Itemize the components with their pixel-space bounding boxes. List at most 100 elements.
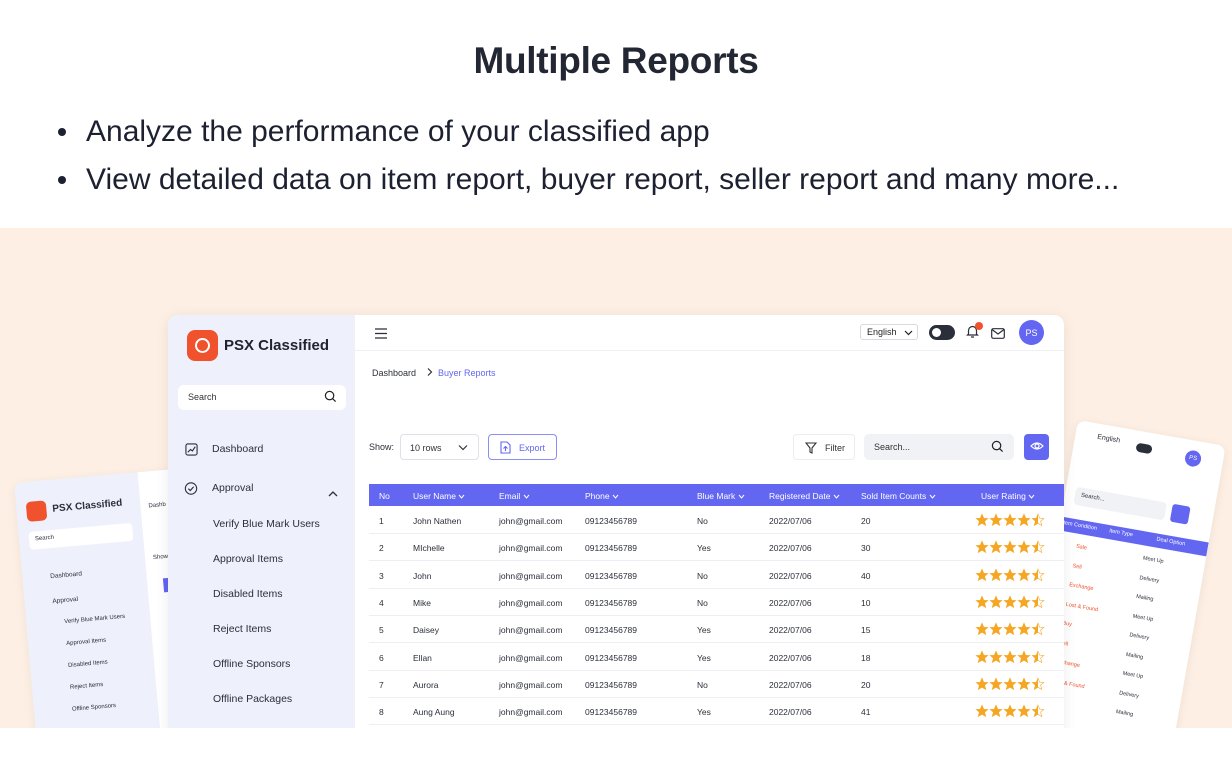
table-cell: 18 (861, 652, 871, 663)
chevron-up-icon[interactable] (328, 485, 338, 503)
column-header[interactable]: Blue Mark (697, 491, 745, 501)
sidebar-item-reject-items[interactable]: Reject Items (213, 623, 271, 635)
right-theme-toggle[interactable] (1135, 442, 1153, 455)
table-cell: Yes (697, 543, 711, 554)
theme-toggle[interactable] (929, 325, 955, 340)
sidebar-item-disabled-items[interactable]: Disabled Items (213, 588, 282, 600)
filter-label: Filter (825, 443, 845, 453)
table-cell: 15 (861, 625, 871, 636)
feature-bullet: View detailed data on item report, buyer… (56, 160, 1119, 208)
table-row[interactable]: 8 Aung Aung john@gmail.com 09123456789 Yes 20… (369, 698, 1064, 726)
table-cell: No (697, 679, 708, 690)
table-cell: 20 (861, 679, 871, 690)
star-icon (1017, 649, 1031, 663)
notification-badge (975, 322, 983, 330)
chevron-down-icon (904, 328, 913, 338)
column-header-label: Phone (585, 491, 610, 501)
table-cell: 09123456789 (585, 652, 638, 663)
table-row[interactable]: 7 Aurora john@gmail.com 09123456789 No 2022/0… (369, 671, 1064, 698)
right-eye-button[interactable] (1169, 503, 1191, 525)
table-cell: Aurora (413, 679, 439, 690)
left-sub-item[interactable]: Offline Sponsors (72, 703, 117, 713)
right-avatar[interactable]: PS (1183, 449, 1203, 468)
column-header[interactable]: Email (499, 491, 530, 501)
language-value: English (867, 327, 897, 337)
filter-button[interactable]: Filter (793, 434, 855, 460)
left-nav-dashboard[interactable]: Dashboard (50, 570, 82, 580)
column-header[interactable]: Phone (585, 491, 619, 501)
table-row[interactable]: 3 John john@gmail.com 09123456789 No 2022/07/… (369, 562, 1064, 589)
table-cell: 09123456789 (585, 597, 638, 608)
feature-list: Analyze the performance of your classifi… (56, 112, 1119, 208)
table-cell: john@gmail.com (499, 679, 563, 690)
table-cell: John (413, 570, 432, 581)
left-brand: PSX Classified (51, 497, 123, 515)
breadcrumb-home[interactable]: Dashboard (372, 368, 416, 378)
star-icon (989, 568, 1003, 581)
table-row[interactable]: 4 Mike john@gmail.com 09123456789 No 2022/07/… (369, 589, 1064, 616)
table-row[interactable]: 2 MIchelle john@gmail.com 09123456789 Yes 202… (369, 534, 1064, 562)
column-header[interactable]: User Rating (981, 491, 1035, 501)
table-cell: 6 (379, 652, 384, 663)
left-sub-item[interactable]: Approval Items (66, 638, 106, 647)
rating-stars (975, 568, 1045, 582)
star-icon (975, 622, 989, 636)
menu-icon[interactable] (375, 326, 387, 344)
table-cell: Ellan (413, 652, 432, 663)
left-sub-item[interactable]: Verify Blue Mark Users (64, 614, 125, 625)
star-icon (1031, 540, 1045, 554)
rows-per-page-select[interactable]: 10 rows (400, 434, 479, 460)
table-cell: 09123456789 (585, 679, 638, 690)
right-search-input[interactable]: Search... (1073, 486, 1167, 521)
sidebar-item-label: Dashboard (212, 443, 264, 455)
table-cell: 2022/07/06 (769, 543, 812, 554)
sidebar-item-offline-packages[interactable]: Offline Packages (213, 693, 292, 705)
export-button[interactable]: Export (488, 434, 557, 460)
language-select[interactable]: English (860, 324, 918, 340)
star-icon (1003, 513, 1017, 527)
avatar[interactable]: PS (1019, 320, 1044, 345)
sidebar-item-approval[interactable]: Approval (184, 481, 253, 495)
column-header-label: No (379, 491, 390, 501)
column-header[interactable]: No (379, 491, 390, 501)
column-header[interactable]: Sold Item Counts (861, 491, 936, 501)
table-row[interactable]: 1 John Nathen john@gmail.com 09123456789 No 2… (369, 507, 1064, 534)
table-cell: 2022/07/06 (769, 707, 812, 718)
right-deal-option: Meet Up (1142, 555, 1164, 565)
sidebar-item-verify-blue-mark[interactable]: Verify Blue Mark Users (213, 518, 320, 530)
chevron-down-icon (458, 443, 468, 453)
sidebar-item-approval-items[interactable]: Approval Items (213, 553, 283, 565)
column-header[interactable]: Registered Date (769, 491, 840, 501)
right-language[interactable]: English (1097, 434, 1121, 445)
table-row[interactable]: 5 Daisey john@gmail.com 09123456789 Yes 2022/… (369, 616, 1064, 644)
table-row[interactable]: 6 Ellan john@gmail.com 09123456789 Yes 2022/0… (369, 644, 1064, 671)
left-sub-item[interactable]: Disabled Items (68, 660, 108, 669)
column-visibility-button[interactable] (1024, 434, 1049, 460)
left-sub-item[interactable]: Reject Items (70, 682, 104, 691)
rating-stars (975, 595, 1045, 609)
star-icon (1031, 677, 1045, 690)
sidebar-item-dashboard[interactable]: Dashboard (184, 442, 263, 456)
sidebar-search-input[interactable]: Search (178, 385, 346, 410)
right-deal-option: Delivery (1139, 574, 1160, 584)
star-icon (1017, 704, 1031, 718)
table-cell: 09123456789 (585, 707, 638, 718)
sidebar-item-offline-sponsors[interactable]: Offline Sponsors (213, 658, 290, 670)
table-search-input[interactable]: Search... (864, 434, 1014, 460)
table-cell: john@gmail.com (499, 570, 563, 581)
table-cell: Aung Aung (413, 707, 455, 718)
mail-icon[interactable] (991, 326, 1005, 344)
right-col-header: Item Type (1108, 528, 1134, 539)
column-header[interactable]: User Name (413, 491, 465, 501)
table-cell: Yes (697, 652, 711, 663)
column-header-label: User Rating (981, 491, 1026, 501)
right-item-type: Sale (1075, 543, 1088, 552)
table-cell: john@gmail.com (499, 707, 563, 718)
star-icon (1017, 677, 1031, 690)
search-icon (324, 390, 337, 405)
left-nav-approval[interactable]: Approval (52, 596, 78, 605)
sidebar: PSX Classified Search Dashboard Approval (168, 315, 355, 728)
export-label: Export (519, 443, 546, 453)
star-icon (1017, 568, 1031, 581)
left-search-input[interactable]: Search (28, 522, 134, 550)
